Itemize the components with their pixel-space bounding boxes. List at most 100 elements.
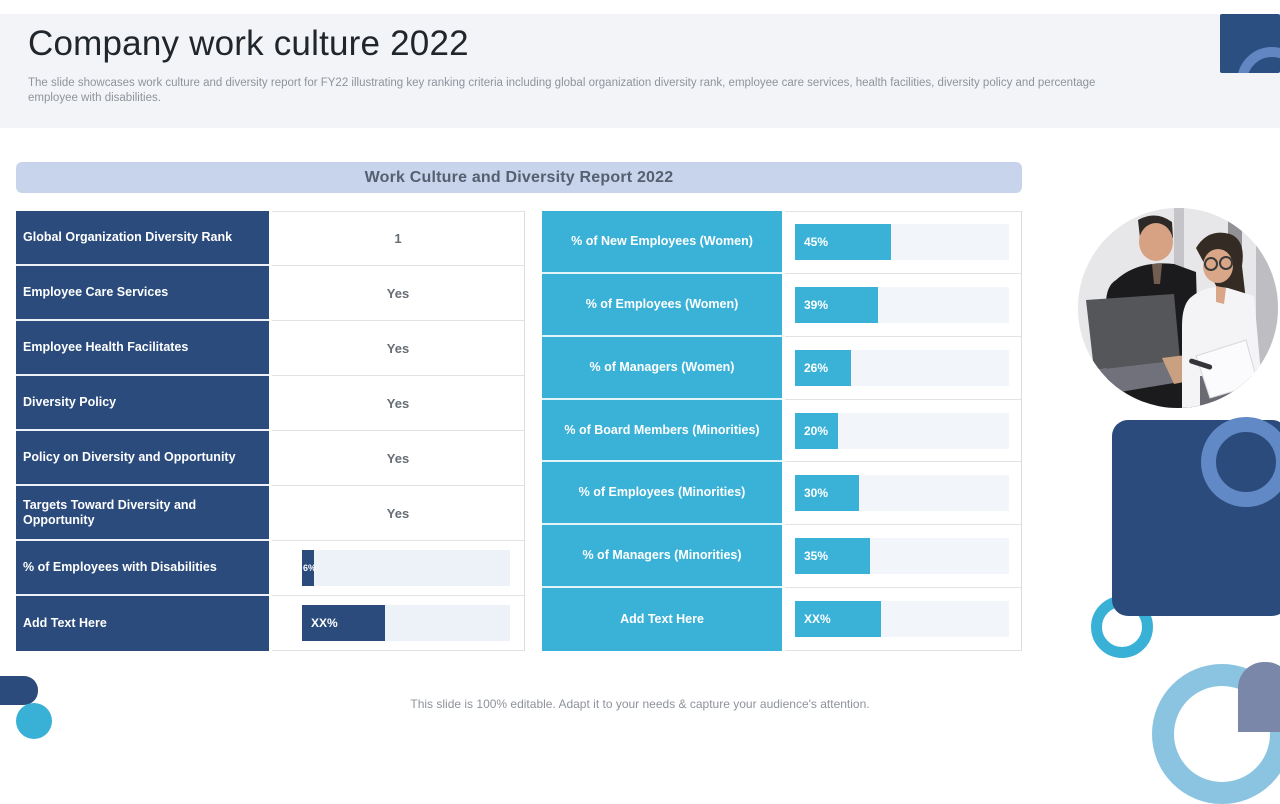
ring-icon	[1237, 47, 1280, 73]
capsule-decoration	[1238, 662, 1280, 732]
percentages-table: % of New Employees (Women) 45% % of Empl…	[542, 211, 1022, 651]
row-label-cell: Add Text Here	[542, 588, 782, 651]
row-label: Employee Care Services	[23, 285, 168, 300]
bar-fill: XX%	[302, 605, 385, 641]
table-row: % of Managers (Minorities) 35%	[542, 525, 1022, 588]
row-value-cell: Yes	[272, 321, 525, 376]
row-label: % of Employees with Disabilities	[23, 560, 217, 575]
bar-track: 6%	[302, 550, 510, 586]
table-row: Diversity Policy Yes	[16, 376, 525, 431]
table-row: Targets Toward Diversity and Opportunity…	[16, 486, 525, 541]
table-row: Global Organization Diversity Rank 1	[16, 211, 525, 266]
row-value-cell: 30%	[785, 462, 1022, 525]
row-label: Diversity Policy	[23, 395, 116, 410]
table-row: Employee Health Facilitates Yes	[16, 321, 525, 376]
bar-value-label: 6%	[302, 563, 316, 573]
table-row: % of Employees (Minorities) 30%	[542, 462, 1022, 525]
row-label-cell: Add Text Here	[16, 596, 269, 651]
row-value-cell: XX%	[272, 596, 525, 651]
bar-value-label: XX%	[795, 612, 831, 626]
table-row: Employee Care Services Yes	[16, 266, 525, 321]
bar-value-label: 26%	[795, 361, 828, 375]
row-label: Policy on Diversity and Opportunity	[23, 450, 236, 465]
bar-value-label: 45%	[795, 235, 828, 249]
bar-track: 20%	[795, 413, 1009, 449]
bar-value-label: 30%	[795, 486, 828, 500]
row-value-cell: 1	[272, 211, 525, 266]
row-value: Yes	[387, 506, 409, 521]
row-value: Yes	[387, 451, 409, 466]
corner-decoration-square	[1220, 14, 1280, 73]
team-photo	[1078, 208, 1278, 408]
row-label: % of Board Members (Minorities)	[564, 423, 759, 438]
bar-track: 30%	[795, 475, 1009, 511]
row-label-cell: % of New Employees (Women)	[542, 211, 782, 274]
row-value: Yes	[387, 396, 409, 411]
bar-track: 26%	[795, 350, 1009, 386]
ranking-table: Global Organization Diversity Rank 1 Emp…	[16, 211, 525, 651]
row-label: % of Managers (Women)	[590, 360, 735, 375]
row-label: Add Text Here	[620, 612, 704, 627]
row-value-cell: 26%	[785, 337, 1022, 400]
row-label: Targets Toward Diversity and Opportunity	[23, 498, 198, 528]
row-value-cell: Yes	[272, 376, 525, 431]
row-label-cell: % of Managers (Women)	[542, 337, 782, 400]
table-row: % of Managers (Women) 26%	[542, 337, 1022, 400]
table-row: % of New Employees (Women) 45%	[542, 211, 1022, 274]
bar-track: XX%	[302, 605, 510, 641]
row-label-cell: % of Managers (Minorities)	[542, 525, 782, 588]
row-value-cell: XX%	[785, 588, 1022, 651]
row-value-cell: 35%	[785, 525, 1022, 588]
row-label: Global Organization Diversity Rank	[23, 230, 232, 245]
row-value-cell: 20%	[785, 400, 1022, 463]
bar-track: XX%	[795, 601, 1009, 637]
bar-fill: 26%	[795, 350, 851, 386]
row-label: % of Employees (Women)	[586, 297, 739, 312]
row-label-cell: Employee Health Facilitates	[16, 321, 269, 376]
team-photo-illustration	[1078, 208, 1278, 408]
row-value: Yes	[387, 341, 409, 356]
row-label-cell: Employee Care Services	[16, 266, 269, 321]
section-banner-title: Work Culture and Diversity Report 2022	[365, 169, 674, 187]
bar-value-label: XX%	[302, 616, 338, 630]
row-label-cell: Targets Toward Diversity and Opportunity	[16, 486, 269, 541]
row-label: Employee Health Facilitates	[23, 340, 188, 355]
table-row: Add Text Here XX%	[16, 596, 525, 651]
row-value-cell: Yes	[272, 431, 525, 486]
table-row: Add Text Here XX%	[542, 588, 1022, 651]
row-value-cell: 39%	[785, 274, 1022, 337]
bar-value-label: 39%	[795, 298, 828, 312]
bar-value-label: 20%	[795, 424, 828, 438]
table-row: % of Employees (Women) 39%	[542, 274, 1022, 337]
row-label-cell: Global Organization Diversity Rank	[16, 211, 269, 266]
row-label-cell: Diversity Policy	[16, 376, 269, 431]
row-label-cell: % of Employees with Disabilities	[16, 541, 269, 596]
bar-track: 39%	[795, 287, 1009, 323]
slide-subtitle: The slide showcases work culture and div…	[28, 76, 1148, 106]
bar-track: 45%	[795, 224, 1009, 260]
bar-fill: 35%	[795, 538, 870, 574]
bar-fill: 39%	[795, 287, 878, 323]
row-label: % of Employees (Minorities)	[579, 485, 746, 500]
bar-fill: 20%	[795, 413, 838, 449]
page-title: Company work culture 2022	[28, 24, 469, 64]
row-value-cell: Yes	[272, 486, 525, 541]
row-label: % of Managers (Minorities)	[582, 548, 741, 563]
row-value-cell: 45%	[785, 211, 1022, 274]
section-banner: Work Culture and Diversity Report 2022	[16, 162, 1022, 193]
row-value: Yes	[387, 286, 409, 301]
bar-fill: 6%	[302, 550, 314, 586]
row-value-cell: 6%	[272, 541, 525, 596]
row-label-cell: % of Employees (Minorities)	[542, 462, 782, 525]
row-label: Add Text Here	[23, 616, 107, 631]
table-row: % of Board Members (Minorities) 20%	[542, 400, 1022, 463]
row-label: % of New Employees (Women)	[571, 234, 753, 249]
table-row: Policy on Diversity and Opportunity Yes	[16, 431, 525, 486]
row-value: 1	[394, 231, 401, 246]
row-label-cell: % of Board Members (Minorities)	[542, 400, 782, 463]
row-label-cell: % of Employees (Women)	[542, 274, 782, 337]
bar-value-label: 35%	[795, 549, 828, 563]
bar-fill: 45%	[795, 224, 891, 260]
table-row: % of Employees with Disabilities 6%	[16, 541, 525, 596]
bar-fill: 30%	[795, 475, 859, 511]
